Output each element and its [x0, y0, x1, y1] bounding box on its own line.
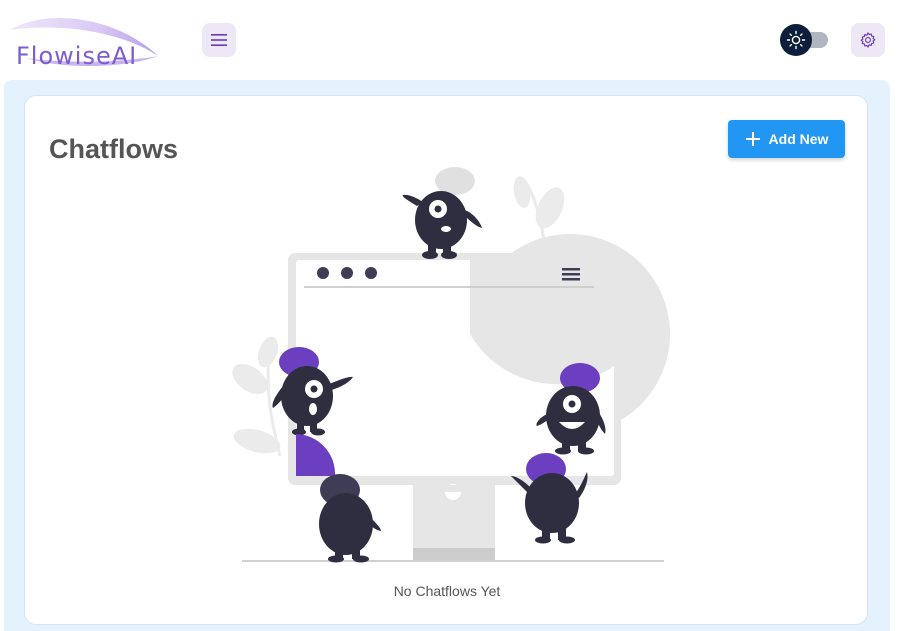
settings-button[interactable] — [851, 23, 885, 57]
menu-toggle-button[interactable] — [202, 23, 236, 57]
empty-state-illustration — [232, 167, 670, 563]
ground-line — [242, 560, 664, 562]
logo-text: FlowiseAI — [16, 42, 138, 70]
sun-icon — [786, 30, 806, 50]
creature-bottom-left — [319, 474, 381, 563]
creature-top — [402, 167, 482, 259]
flowise-logo[interactable]: FlowiseAI — [6, 12, 162, 70]
app-header: FlowiseAI — [0, 0, 898, 80]
empty-state-message: No Chatflows Yet — [393, 583, 501, 599]
hamburger-menu-icon — [211, 34, 227, 46]
gear-icon — [860, 32, 876, 48]
dark-mode-toggle[interactable] — [780, 23, 830, 57]
chatflows-card: Chatflows Add New No Chatflows Yet — [24, 95, 868, 625]
toggle-thumb — [780, 24, 812, 56]
